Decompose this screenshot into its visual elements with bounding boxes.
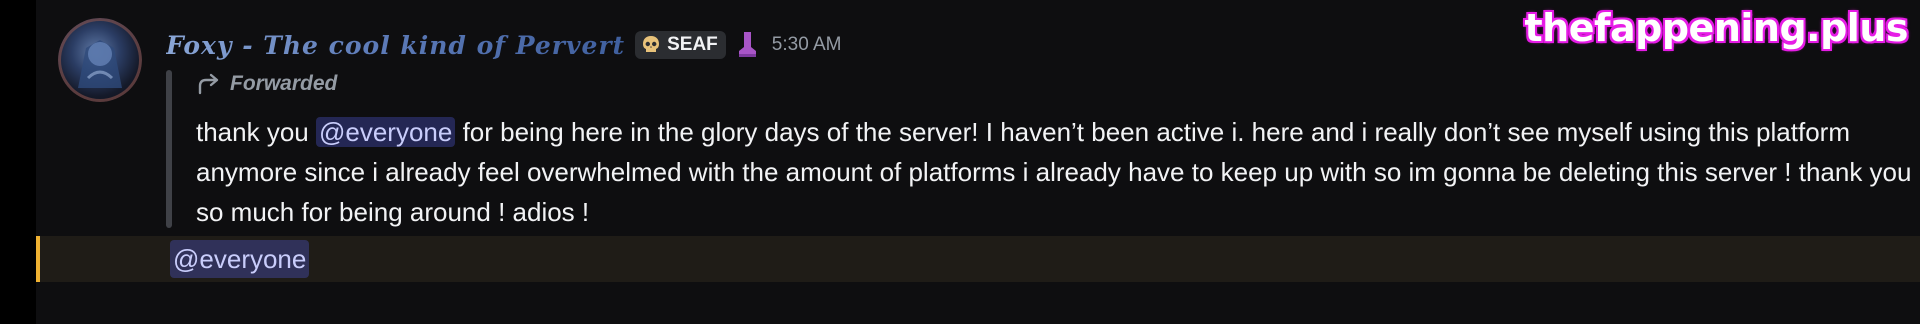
forwarded-label: Forwarded [196, 72, 337, 96]
forwarded-text: Forwarded [230, 72, 338, 95]
skull-icon [643, 36, 660, 52]
boot-icon[interactable] [736, 30, 758, 60]
left-gutter [0, 0, 36, 324]
forward-arrow-icon [198, 73, 219, 95]
mention-highlight-row: @everyone [36, 236, 1920, 282]
username[interactable]: Foxy - The cool kind of Pervert [166, 31, 625, 60]
message-content: thank you @everyone for being here in th… [196, 112, 1916, 232]
mention-everyone[interactable]: @everyone [315, 117, 456, 147]
message-header: Foxy - The cool kind of Pervert SEAF 5:3… [166, 28, 842, 62]
mention-everyone-highlight[interactable]: @everyone [170, 240, 310, 278]
tag-label: SEAF [667, 34, 718, 55]
watermark: thefappening.plus [1524, 6, 1908, 50]
avatar[interactable] [58, 18, 142, 102]
timestamp: 5:30 AM [771, 34, 842, 55]
content-text-before: thank you [196, 117, 316, 147]
server-tag[interactable]: SEAF [635, 31, 726, 59]
forward-bar [166, 70, 172, 228]
